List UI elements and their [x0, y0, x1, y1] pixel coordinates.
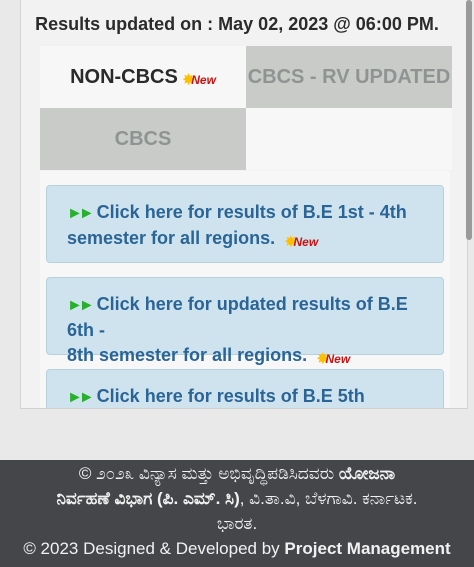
footer-pmc-link[interactable]: Project Management — [284, 539, 450, 558]
result-link-be-5th[interactable]: ►►Click here for results of B.E 5th seme… — [46, 369, 444, 408]
tab-empty-cell — [246, 108, 452, 170]
result-link-be-6th-8th[interactable]: ►► Click here for updated results of B.E … — [46, 277, 444, 368]
footer-english-line: © 2023 Designed & Developed by Project M… — [23, 539, 451, 558]
double-arrow-icon: ►► — [67, 389, 95, 406]
scrollbar[interactable] — [466, 0, 472, 240]
result-link-be-1st-4th[interactable]: ►► Click here for results of B.E 1st - 4t… — [46, 185, 444, 263]
footer-kannada-line1: © ೨೦೨೩ ವಿನ್ಯಾಸ ಮತ್ತು ಅಭಿವೃದ್ಧಿಪಡಿಸಿದವರು … — [78, 464, 396, 483]
tab-cbcs-rv-label: CBCS - RV UPDATED — [247, 65, 451, 88]
double-arrow-icon: ►► — [67, 205, 95, 222]
tab-non-cbcs-label: NON-CBCS — [70, 65, 178, 88]
new-badge: ✸ New — [181, 72, 216, 89]
footer-kannada-line3: ಭಾರತ. — [216, 514, 258, 533]
footer: © ೨೦೨೩ ವಿನ್ಯಾಸ ಮತ್ತು ಅಭಿವೃದ್ಧಿಪಡಿಸಿದವರು … — [0, 460, 474, 567]
tab-cbcs[interactable]: CBCS — [40, 108, 246, 170]
tab-bar: NON-CBCS ✸ New CBCS - RV UPDATED CBCS — [40, 46, 452, 171]
new-badge: ✸ New — [284, 230, 318, 255]
footer-kannada-line2: ನಿರ್ವಹಣೆ ವಿಭಾಗ (ಪಿ. ಎಮ್. ಸಿ), ವಿ.ತಾ.ವಿ, … — [56, 489, 418, 508]
results-updated-text: Results updated on : May 02, 2023 @ 06:0… — [35, 14, 439, 34]
double-arrow-icon: ►► — [67, 297, 95, 314]
tab-content: ►► Click here for results of B.E 1st - 4t… — [40, 171, 450, 408]
tab-cbcs-label: CBCS — [114, 127, 172, 150]
tab-cbcs-rv-updated[interactable]: CBCS - RV UPDATED — [246, 46, 452, 108]
tab-non-cbcs[interactable]: NON-CBCS ✸ New — [40, 46, 246, 108]
